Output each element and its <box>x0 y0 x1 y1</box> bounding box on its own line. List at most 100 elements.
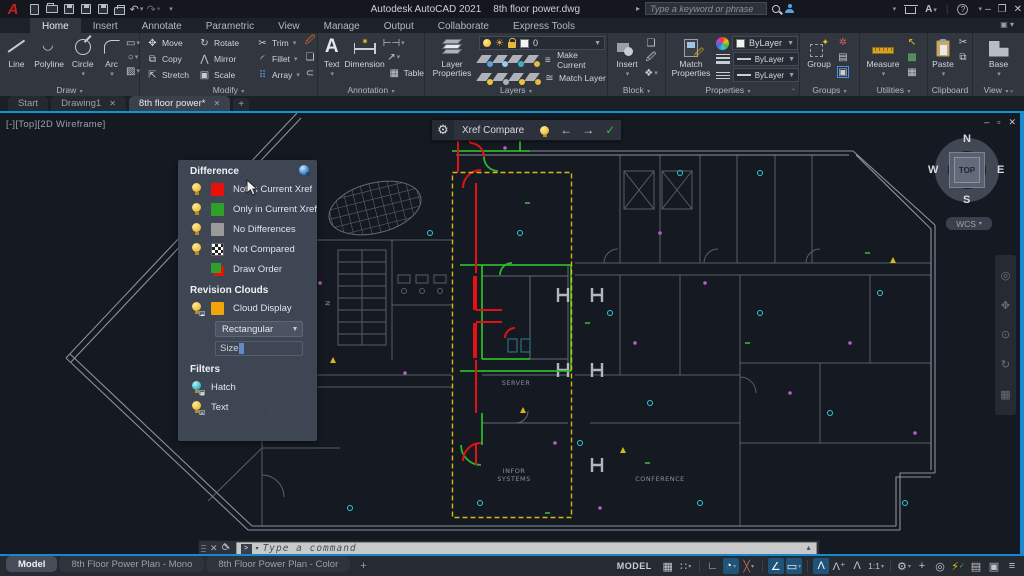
copy-clip-icon[interactable]: ⧉ <box>957 51 969 63</box>
file-tab-drawing1[interactable]: Drawing1 ✕ <box>51 96 126 111</box>
help-search-input[interactable] <box>645 2 768 15</box>
dimension-button[interactable]: ✷ Dimension <box>345 33 385 81</box>
isolate-objects-icon[interactable]: ◎ <box>932 558 948 574</box>
visibility-bulb-icon[interactable] <box>192 203 202 215</box>
ribbon-tab-manage[interactable]: Manage <box>312 18 372 33</box>
file-tab-start[interactable]: Start <box>8 96 49 111</box>
cloud-shape-select[interactable]: Rectangular ▼ <box>215 321 303 337</box>
panel-label-clipboard[interactable]: Clipboard <box>928 85 972 95</box>
ribbon-display-toggle-icon[interactable]: ▣ ▾ <box>1000 20 1014 29</box>
circle-button[interactable]: Circle ▾ <box>69 33 96 78</box>
gray-swatch[interactable] <box>211 222 224 236</box>
mirror-button[interactable]: ⋀ Mirror <box>198 51 254 67</box>
panel-label-annotation[interactable]: Annotation ▾ <box>318 85 424 95</box>
wcs-menu[interactable]: WCS ▾ <box>946 217 992 230</box>
copy-button[interactable]: ⧉ Copy <box>146 51 196 67</box>
arc-button[interactable]: Arc ▾ <box>100 33 123 78</box>
layer-on-all-icon[interactable] <box>508 72 525 85</box>
match-properties-button[interactable]: Match Properties <box>670 33 712 82</box>
diff-row-draw-order[interactable]: Draw Order <box>178 259 317 279</box>
rectangle-tool-icon[interactable]: ▭ ▾ <box>126 37 140 49</box>
save-as-icon[interactable] <box>77 2 94 16</box>
navigation-bar[interactable]: ◎ ✥ ⊙ ↻ ▦ <box>995 255 1016 415</box>
quick-calc-icon[interactable]: ▦ <box>906 66 918 78</box>
panel-label-layers[interactable]: Layers ▾ <box>425 85 607 95</box>
array-button[interactable]: ⠿ Array ▾ <box>256 67 302 83</box>
app-store-cart-icon[interactable] <box>904 4 919 14</box>
restore-button[interactable]: ❐ <box>998 4 1007 15</box>
erase-icon[interactable]: 🖉 <box>304 35 316 47</box>
text-filter-bulb-icon[interactable]: A <box>192 401 205 416</box>
ribbon-tab-collaborate[interactable]: Collaborate <box>426 18 501 33</box>
lineweight-select[interactable]: ByLayer ▼ <box>733 52 799 66</box>
checker-swatch[interactable] <box>211 242 224 256</box>
layer-unisolate-icon[interactable] <box>476 72 493 85</box>
leader-icon[interactable]: ↗ ▾ <box>387 51 400 63</box>
quick-select-icon[interactable]: ↖ <box>906 36 918 48</box>
minimize-button[interactable]: – <box>985 4 991 15</box>
plot-icon[interactable] <box>94 2 111 16</box>
compass-north[interactable]: N <box>963 133 971 145</box>
text-button[interactable]: A Text ▾ <box>322 33 342 81</box>
viewport-controls-label[interactable]: [-][Top][2D Wireframe] <box>6 119 106 130</box>
viewcube-top-face[interactable]: TOP <box>949 152 985 188</box>
open-file-icon[interactable] <box>43 2 60 16</box>
layer-properties-button[interactable]: Layer Properties <box>430 33 474 86</box>
snap-toggle-icon[interactable]: ∷ ▾ <box>678 558 694 574</box>
customize-statusbar-icon[interactable]: ≡ <box>1004 558 1020 574</box>
cloud-bulb-icon[interactable]: ☁ <box>192 302 205 317</box>
showmotion-icon[interactable]: ▦ <box>1000 388 1010 401</box>
new-drawing-tab-button[interactable]: + <box>233 98 250 111</box>
panel-label-properties[interactable]: Properties ▾ ⌄ <box>666 85 799 95</box>
workspace-gear-icon[interactable]: ⚙ ▾ <box>896 558 912 574</box>
ribbon-tab-parametric[interactable]: Parametric <box>194 18 266 33</box>
new-layout-button[interactable]: + <box>352 560 374 572</box>
panel-label-draw[interactable]: Draw ▾ <box>0 85 139 95</box>
dock-grip-handle[interactable] <box>201 542 206 555</box>
ribbon-tab-output[interactable]: Output <box>372 18 426 33</box>
sign-in-icon[interactable] <box>785 4 795 13</box>
layout-tab-8th-floor-power-plan-color[interactable]: 8th Floor Power Plan - Color <box>206 556 351 572</box>
draw-order-swatch[interactable] <box>211 262 224 276</box>
cloud-size-input[interactable]: Size <box>215 341 303 356</box>
properties-dialog-launcher-icon[interactable]: ⌄ <box>791 85 796 92</box>
edit-block-icon[interactable]: 🖉 <box>645 52 657 64</box>
diff-row-not-compared[interactable]: Not Compared <box>178 239 317 259</box>
annotation-monitor-icon[interactable]: + <box>914 558 930 574</box>
annotation-visibility-icon[interactable]: Ʌ <box>813 558 830 574</box>
annotation-scale-icon[interactable]: Ʌ <box>849 558 865 574</box>
autodesk-a360-icon[interactable]: A▾ <box>925 4 937 15</box>
trim-button[interactable]: ✂ Trim ▾ <box>256 35 302 51</box>
group-edit-icon[interactable]: ▤ <box>837 51 849 63</box>
linear-dim-icon[interactable]: ⊢⊣ ▾ <box>383 37 405 49</box>
layout-tab-model[interactable]: Model <box>6 556 58 572</box>
paste-button[interactable]: Paste ▾ <box>931 33 955 78</box>
ribbon-tab-insert[interactable]: Insert <box>81 18 130 33</box>
grid-toggle-icon[interactable]: ▦ <box>660 558 676 574</box>
polar-tracking-icon[interactable]: ◔ ▾ <box>722 558 739 574</box>
doc-close-icon[interactable]: ✕ <box>1008 117 1016 128</box>
collapse-search-icon[interactable]: ▸ <box>636 4 640 13</box>
panel-label-view[interactable]: View ▾ » <box>973 85 1024 95</box>
view-compass[interactable]: N S W E TOP <box>928 133 1004 206</box>
panel-label-block[interactable]: Block ▾ <box>608 85 665 95</box>
autocad-logo-icon[interactable]: A <box>0 0 26 18</box>
offset-icon[interactable]: ⊂ <box>304 67 316 79</box>
table-button[interactable]: ▦ Table <box>388 65 424 81</box>
cloud-color-swatch[interactable] <box>211 301 224 315</box>
orbit-icon[interactable]: ↻ <box>1001 358 1010 371</box>
visibility-bulb-icon[interactable] <box>192 243 202 255</box>
file-tab-8th-floor-power-[interactable]: 8th floor power* ✕ <box>128 96 231 111</box>
compass-south[interactable]: S <box>963 194 970 206</box>
close-command-line-icon[interactable]: ✕ <box>210 543 218 554</box>
select-all-icon[interactable]: ▩ <box>906 51 918 63</box>
hatch-filter-bulb-icon[interactable]: ▦ <box>192 381 205 396</box>
object-snap-icon[interactable]: ▭ ▾ <box>785 558 803 574</box>
redo-icon[interactable]: ↷ ▾ <box>145 2 162 16</box>
stretch-button[interactable]: ⇱ Stretch <box>146 67 196 83</box>
graphics-performance-icon[interactable]: ⚡ ✓ <box>950 558 966 574</box>
clean-screen-icon[interactable]: ▤ <box>968 558 984 574</box>
steering-wheel-icon[interactable]: ◎ <box>1001 269 1011 282</box>
make-current-button[interactable]: ≡ Make Current <box>542 50 608 70</box>
layer-unlock-icon[interactable] <box>524 72 541 85</box>
